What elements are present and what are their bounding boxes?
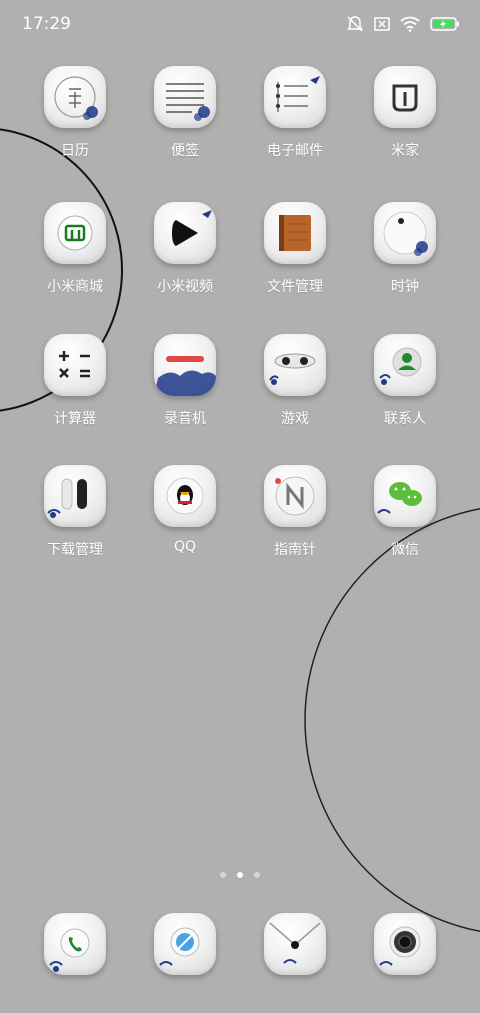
email-icon: [276, 76, 320, 112]
battery-charging-icon: [430, 17, 459, 31]
contacts-icon: [379, 347, 422, 385]
app-label-mi-video: 小米视频: [157, 279, 213, 295]
app-label-calculator: 计算器: [54, 411, 96, 427]
app-calculator[interactable]: 计算器: [20, 334, 130, 428]
calendar-icon: [54, 76, 98, 120]
app-game[interactable]: 游戏: [240, 334, 350, 428]
wechat-icon: [377, 482, 422, 514]
app-label-calendar: 日历: [61, 143, 89, 159]
status-bar: 17:29: [0, 0, 480, 52]
dock-camera[interactable]: [374, 913, 436, 975]
app-label-qq: QQ: [173, 539, 197, 555]
wifi-icon: [400, 16, 420, 32]
app-label-game: 游戏: [281, 411, 309, 427]
dock-phone[interactable]: [44, 913, 106, 975]
app-label-wechat: 微信: [391, 542, 419, 558]
download-icon: [47, 478, 87, 518]
app-compass[interactable]: 指南针: [240, 465, 350, 559]
page-indicator[interactable]: [0, 872, 480, 878]
app-file-manager[interactable]: 文件管理: [240, 202, 350, 296]
app-label-recorder: 录音机: [164, 411, 206, 427]
dock: [0, 913, 480, 983]
app-qq[interactable]: QQ: [130, 465, 240, 555]
file-manager-icon: [279, 215, 311, 251]
app-contacts[interactable]: 联系人: [350, 334, 460, 428]
app-clock[interactable]: 时钟: [350, 202, 460, 296]
page-dot-active[interactable]: [237, 872, 243, 878]
app-label-compass: 指南针: [274, 542, 316, 558]
dock-browser[interactable]: [154, 913, 216, 975]
mi-store-icon: [57, 215, 93, 251]
app-label-email: 电子邮件: [267, 143, 323, 159]
page-dot[interactable]: [254, 872, 260, 878]
app-mi-video[interactable]: 小米视频: [130, 202, 240, 296]
app-notes[interactable]: 便签: [130, 66, 240, 160]
app-label-notes: 便签: [171, 143, 199, 159]
camera-icon: [379, 926, 421, 966]
app-wechat[interactable]: 微信: [350, 465, 460, 559]
app-label-mijia: 米家: [391, 143, 419, 159]
app-label-mi-store: 小米商城: [47, 279, 103, 295]
app-label-file-manager: 文件管理: [267, 279, 323, 295]
compass-icon: [275, 476, 315, 516]
video-play-icon: [172, 210, 212, 246]
app-calendar[interactable]: 日历: [20, 66, 130, 160]
calculator-icon: [59, 351, 90, 378]
clock-icon: [383, 211, 428, 256]
app-label-contacts: 联系人: [384, 411, 426, 427]
app-mijia[interactable]: 米家: [350, 66, 460, 160]
qq-icon: [166, 477, 204, 515]
dock-messages[interactable]: [264, 913, 326, 975]
game-icon: [269, 353, 316, 385]
app-mi-store[interactable]: 小米商城: [20, 202, 130, 296]
browser-icon: [159, 927, 200, 966]
app-recorder[interactable]: 录音机: [130, 334, 240, 428]
notes-icon: [166, 83, 210, 121]
sim-x-icon: [374, 17, 390, 31]
app-email[interactable]: 电子邮件: [240, 66, 350, 160]
messages-icon: [269, 922, 321, 964]
app-label-clock: 时钟: [391, 279, 419, 295]
bell-muted-icon: [347, 16, 363, 32]
app-download[interactable]: 下载管理: [20, 465, 130, 559]
phone-icon: [49, 928, 90, 972]
page-dot[interactable]: [220, 872, 226, 878]
mijia-icon: [392, 84, 418, 112]
recorder-icon: [154, 356, 216, 396]
status-time: 17:29: [22, 14, 71, 34]
app-label-download: 下载管理: [47, 542, 103, 558]
